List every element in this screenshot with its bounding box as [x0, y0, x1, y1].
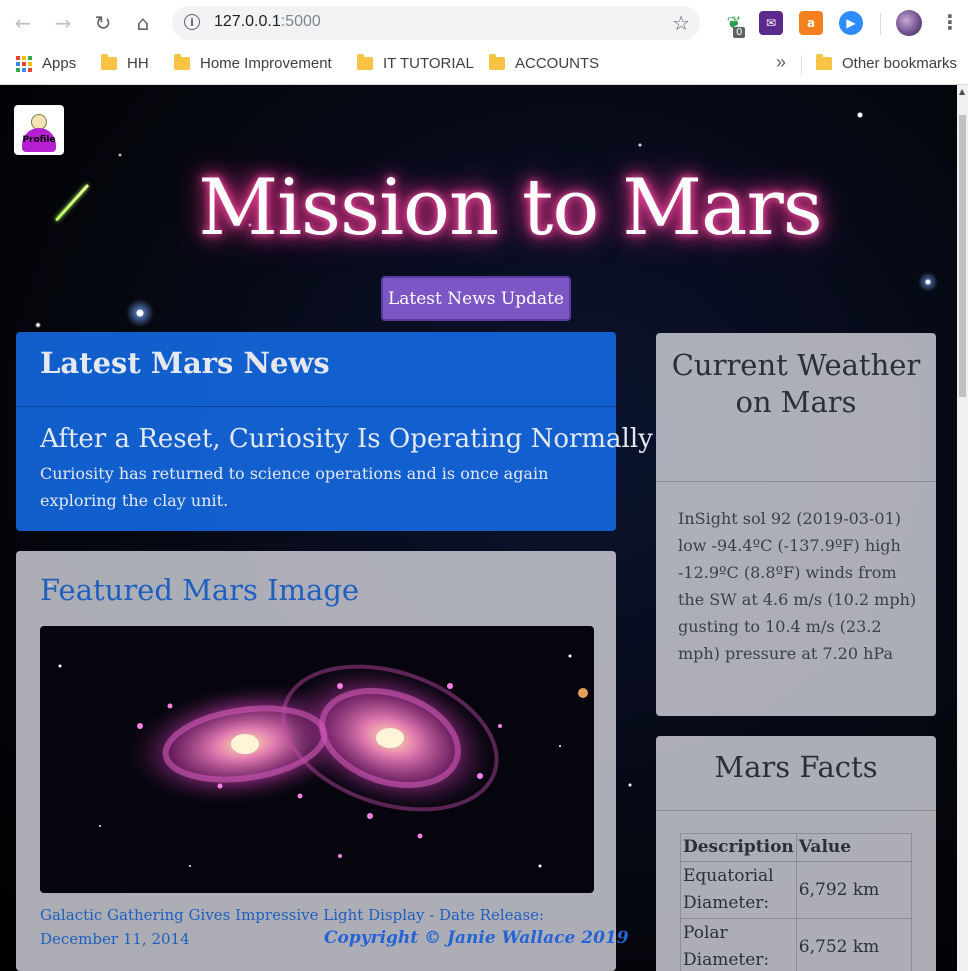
- shopping-extension-icon[interactable]: a: [799, 11, 823, 35]
- bookmark-other[interactable]: Other bookmarks: [816, 54, 958, 72]
- apps-grid-icon: [16, 55, 32, 72]
- bookmark-label: IT TUTORIAL: [383, 55, 474, 72]
- url-port: :5000: [280, 13, 321, 30]
- mail-extension-icon[interactable]: ✉: [759, 11, 783, 35]
- bookmark-label: Home Improvement: [200, 55, 332, 72]
- weather-divider: [656, 481, 936, 482]
- featured-galaxy-image[interactable]: [40, 626, 594, 893]
- bookmarks-overflow-icon[interactable]: »: [776, 52, 786, 73]
- galaxy-illustration: [58, 654, 588, 868]
- bookmark-hh[interactable]: HH: [101, 54, 149, 72]
- featured-image-panel: Featured Mars Image Galactic Gathering G…: [16, 551, 616, 971]
- news-teaser: Curiosity has returned to science operat…: [40, 464, 549, 510]
- table-cell: 6,752 km: [795, 918, 913, 971]
- table-cell: 6,792 km: [795, 861, 913, 919]
- column-header: Description: [680, 833, 797, 862]
- facts-divider: [656, 810, 936, 811]
- news-heading: Latest Mars News: [40, 346, 330, 380]
- table-cell: Polar Diameter:: [680, 918, 797, 971]
- bookmark-label: Other bookmarks: [842, 55, 958, 72]
- user-avatar[interactable]: [896, 10, 922, 36]
- facts-heading: Mars Facts: [714, 750, 878, 784]
- profile-label: Profile: [22, 135, 56, 145]
- mars-facts-panel: Mars Facts Description Value Equatorial …: [656, 736, 936, 971]
- extension-badge: 0: [733, 27, 746, 38]
- scroll-up-icon[interactable]: ▲: [959, 87, 965, 96]
- bookmark-label: ACCOUNTS: [515, 55, 600, 72]
- news-divider: [16, 406, 616, 407]
- folder-icon: [101, 54, 117, 70]
- url-host: 127.0.0.1: [214, 13, 281, 30]
- back-arrow-icon[interactable]: ←: [10, 10, 36, 36]
- facts-table: Description Value Equatorial Diameter: 6…: [680, 833, 913, 971]
- page-title: Mission to Mars: [198, 163, 823, 253]
- bookmark-home-improvement[interactable]: Home Improvement: [174, 54, 332, 72]
- featured-heading: Featured Mars Image: [40, 573, 360, 607]
- bookmark-accounts[interactable]: ACCOUNTS: [489, 54, 600, 72]
- latest-news-panel: Latest Mars News After a Reset, Curiosit…: [16, 332, 653, 531]
- browser-menu-icon[interactable]: ⋮: [940, 10, 960, 36]
- bookmark-it-tutorial[interactable]: IT TUTORIAL: [357, 54, 474, 72]
- toolbar-divider: [880, 13, 881, 35]
- browser-toolbar: ← → ↻ ⌂ i 127.0.0.1:5000 ☆ ❦ 0 ✉ a ▶ ⋮: [0, 0, 968, 46]
- folder-icon: [816, 54, 832, 70]
- table-row: Polar Diameter: 6,752 km: [680, 918, 913, 971]
- table-row: Equatorial Diameter: 6,792 km: [680, 861, 913, 919]
- copyright-text: Copyright © Janie Wallace 2019: [324, 928, 629, 948]
- bookmarks-divider: [801, 55, 802, 75]
- table-header-row: Description Value: [680, 833, 913, 862]
- url-text[interactable]: 127.0.0.1:5000: [214, 13, 321, 31]
- scrollbar-thumb[interactable]: [959, 115, 966, 397]
- bookmark-star-icon[interactable]: ☆: [672, 11, 690, 35]
- bookmark-apps[interactable]: Apps: [16, 55, 76, 72]
- weather-panel: Current Weather on Mars InSight sol 92 (…: [656, 333, 936, 716]
- column-header: Value: [795, 833, 913, 862]
- folder-icon: [174, 54, 190, 70]
- folder-icon: [357, 54, 373, 70]
- profile-icon[interactable]: Profile: [14, 105, 64, 155]
- reload-icon[interactable]: ↻: [90, 10, 116, 36]
- weather-heading: Current Weather on Mars: [671, 348, 921, 419]
- weather-text: InSight sol 92 (2019-03-01) low -94.4ºC …: [678, 509, 917, 663]
- home-icon[interactable]: ⌂: [130, 10, 156, 36]
- news-headline: After a Reset, Curiosity Is Operating No…: [40, 424, 653, 454]
- bookmarks-bar: Apps HH Home Improvement IT TUTORIAL ACC…: [0, 46, 968, 85]
- video-extension-icon[interactable]: ▶: [839, 11, 863, 35]
- latest-news-button[interactable]: Latest News Update: [381, 276, 571, 321]
- forward-arrow-icon[interactable]: →: [50, 10, 76, 36]
- table-cell: Equatorial Diameter:: [680, 861, 797, 919]
- bookmark-label: HH: [127, 55, 149, 72]
- page-background: Profile Mission to Mars Latest News Upda…: [0, 85, 957, 971]
- address-bar[interactable]: i 127.0.0.1:5000 ☆: [172, 6, 700, 40]
- bookmark-label: Apps: [42, 55, 77, 72]
- site-info-icon[interactable]: i: [184, 14, 200, 30]
- page-scrollbar[interactable]: ▲: [957, 85, 968, 971]
- folder-icon: [489, 54, 505, 70]
